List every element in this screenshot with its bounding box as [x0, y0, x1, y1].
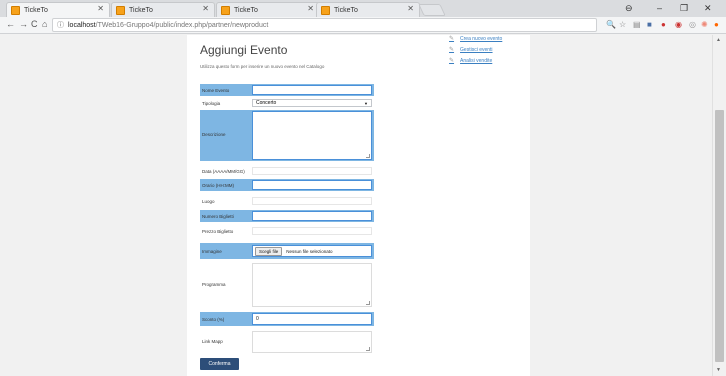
form-row-tickets: Numero Biglietti [200, 210, 374, 222]
field-label: Immagine [202, 249, 222, 254]
map-link-textarea[interactable] [252, 331, 372, 353]
scrollbar[interactable]: ▲ ▼ [712, 35, 726, 376]
link-label[interactable]: Analisi vendite [460, 58, 492, 64]
link-sales-analysis[interactable]: ✎ Analisi vendite [449, 57, 492, 65]
extension-icon[interactable]: ✺ [701, 20, 708, 29]
form-row-map: Link Mapp [200, 330, 374, 354]
form-row-price: Prezzo Biglietto [200, 226, 374, 236]
link-label[interactable]: Gestisci eventi [460, 47, 493, 53]
place-input[interactable] [252, 197, 372, 205]
choose-file-button[interactable]: Scegli file [255, 246, 283, 256]
close-icon[interactable]: ✕ [97, 4, 104, 13]
page-title: Aggiungi Evento [200, 43, 288, 57]
form-row-type: Tipologia Concerto ▼ [200, 98, 374, 108]
link-manage-events[interactable]: ✎ Gestisci eventi [449, 46, 493, 54]
field-label: Tipologia [202, 101, 221, 106]
tab-title: TickeTo [334, 6, 358, 14]
field-label: Descrizione [202, 132, 226, 137]
back-icon[interactable]: ← [6, 19, 15, 29]
file-status: Nessun file selezionato [286, 248, 333, 254]
description-textarea[interactable] [252, 111, 372, 160]
browser-tab-1[interactable]: TickeTo ✕ [6, 2, 110, 17]
maximize-icon[interactable]: ❐ [680, 3, 688, 14]
field-label: Luogo [202, 199, 215, 204]
discount-input[interactable]: 0 [252, 313, 372, 325]
url-path: /TWeb16-Gruppo4/public/index.php/partner… [95, 21, 269, 29]
forward-icon[interactable]: → [19, 19, 28, 29]
extension-icon[interactable]: ◎ [689, 20, 696, 29]
pencil-icon: ✎ [449, 58, 455, 64]
scroll-up-icon[interactable]: ▲ [716, 37, 721, 43]
field-label: Orario (HH:MM) [202, 183, 234, 188]
tab-title: TickeTo [129, 6, 153, 14]
form-row-image: Immagine Scegli file Nessun file selezio… [200, 243, 374, 259]
price-input[interactable] [252, 227, 372, 235]
address-bar[interactable]: ⓘ localhost/TWeb16-Gruppo4/public/index.… [52, 18, 597, 32]
image-file-input[interactable]: Scegli file Nessun file selezionato [252, 245, 372, 257]
select-value: Concerto [256, 100, 277, 106]
field-label: Programma [202, 282, 226, 287]
field-label: Nome Evento [202, 88, 230, 93]
extension-icon[interactable]: ▤ [633, 20, 641, 29]
tab-favicon-icon [321, 5, 330, 15]
chevron-down-icon: ▼ [364, 100, 368, 106]
form-row-name: Nome Evento [200, 84, 374, 96]
browser-tab-3[interactable]: TickeTo ✕ [216, 2, 320, 17]
tab-favicon-icon [11, 5, 20, 15]
pencil-icon: ✎ [449, 47, 455, 53]
time-input[interactable] [252, 180, 372, 190]
tab-title: TickeTo [234, 6, 258, 14]
date-input[interactable] [252, 167, 372, 175]
tickets-input[interactable] [252, 211, 372, 221]
close-icon[interactable]: ✕ [202, 4, 209, 13]
new-tab-button[interactable] [418, 4, 446, 16]
form-row-date: Data (AAAA/MM/GG) [200, 166, 374, 176]
field-label: Numero Biglietti [202, 214, 234, 219]
browser-toolbar: ← → C ⌂ ⓘ localhost/TWeb16-Gruppo4/publi… [0, 17, 726, 34]
extension-icon[interactable]: ■ [647, 20, 652, 29]
field-label: Sconto (%) [202, 317, 225, 322]
reload-icon[interactable]: C [31, 19, 38, 29]
zoom-icon[interactable]: 🔍 [606, 20, 616, 29]
home-icon[interactable]: ⌂ [42, 19, 47, 29]
tab-title: TickeTo [24, 6, 48, 14]
tab-strip: TickeTo ✕ TickeTo ✕ TickeTo ✕ TickeTo ✕ … [0, 0, 726, 17]
program-textarea[interactable] [252, 263, 372, 307]
form-row-place: Luogo [200, 196, 374, 206]
adblock-icon[interactable]: ● [661, 20, 666, 29]
form-row-time: Orario (HH:MM) [200, 179, 374, 191]
close-icon[interactable]: ✕ [307, 4, 314, 13]
bookmark-star-icon[interactable]: ☆ [619, 20, 626, 29]
window-close-icon[interactable]: ✕ [704, 3, 712, 14]
browser-tab-4[interactable]: TickeTo ✕ [316, 2, 420, 17]
page-description: Utilizza questo form per inserire un nuo… [200, 64, 325, 69]
extension-icon[interactable]: ● [714, 20, 719, 29]
event-type-select[interactable]: Concerto ▼ [252, 99, 372, 107]
field-label: Prezzo Biglietto [202, 229, 234, 234]
info-icon[interactable]: ⓘ [57, 20, 64, 30]
link-create-event[interactable]: ✎ Crea nuovo evento [449, 35, 502, 43]
field-label: Link Mapp [202, 339, 223, 344]
confirm-button[interactable]: Conferma [200, 358, 239, 370]
browser-tab-2[interactable]: TickeTo ✕ [111, 2, 215, 17]
tab-favicon-icon [116, 5, 125, 15]
field-label: Data (AAAA/MM/GG) [202, 169, 245, 174]
link-label[interactable]: Crea nuovo evento [460, 36, 502, 42]
scroll-down-icon[interactable]: ▼ [716, 367, 721, 373]
url-host: localhost [68, 21, 96, 29]
minimize-icon[interactable]: – [657, 3, 662, 13]
form-row-description: Descrizione [200, 110, 374, 161]
event-name-input[interactable] [252, 85, 372, 95]
pencil-icon: ✎ [449, 36, 455, 42]
discount-value: 0 [256, 316, 259, 322]
extension-icon[interactable]: ◉ [675, 20, 682, 29]
scrollbar-thumb[interactable] [715, 110, 724, 362]
form-row-discount: Sconto (%) 0 [200, 312, 374, 326]
form-row-program: Programma [200, 262, 374, 308]
close-icon[interactable]: ✕ [407, 4, 414, 13]
profile-icon[interactable]: ⊖ [625, 3, 633, 14]
tab-favicon-icon [221, 5, 230, 15]
